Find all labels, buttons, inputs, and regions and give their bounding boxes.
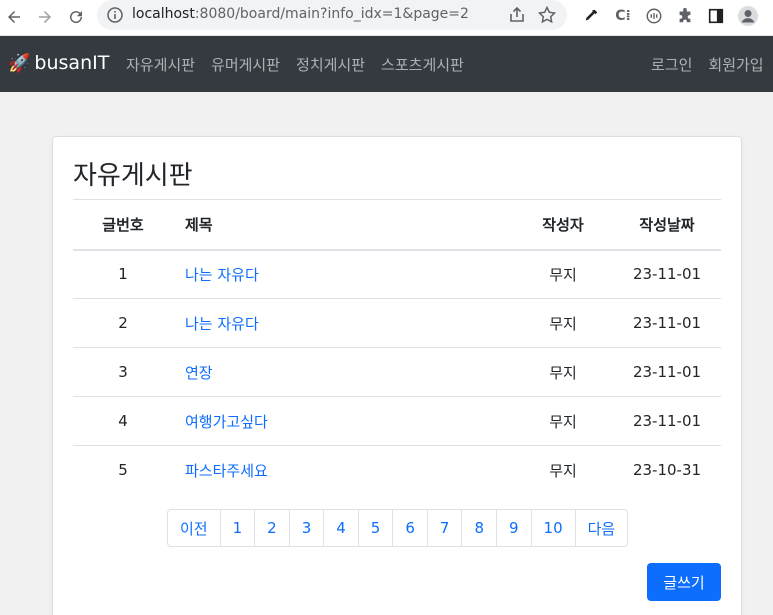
eyedropper-extension-icon[interactable] [580,5,602,27]
reload-icon[interactable] [64,5,88,29]
post-date: 23-11-01 [613,396,721,446]
extension-c-icon[interactable]: C⁞ [612,5,634,27]
post-table: 글번호 제목 작성자 작성날짜 1 나는 자유다 무지 23-11-01 2 나… [73,199,721,495]
table-header-row: 글번호 제목 작성자 작성날짜 [73,199,721,251]
browser-toolbar: localhost:8080/board/main?info_idx=1&pag… [0,0,773,36]
nav-politics-board[interactable]: 정치게시판 [296,54,365,75]
page-link[interactable]: 8 [462,510,497,546]
nav-humor-board[interactable]: 유머게시판 [211,54,280,75]
page-link[interactable]: 5 [359,510,394,546]
url-text: localhost:8080/board/main?info_idx=1&pag… [132,6,469,22]
share-icon[interactable] [507,5,527,25]
post-title-link[interactable]: 나는 자유다 [185,315,259,333]
table-row: 1 나는 자유다 무지 23-11-01 [73,249,721,299]
page-link[interactable]: 9 [497,510,532,546]
col-title: 제목 [173,199,513,251]
post-writer: 무지 [513,396,613,446]
post-writer: 무지 [513,347,613,397]
post-title-link[interactable]: 파스타주세요 [185,462,268,480]
page-prev[interactable]: 이전 [168,510,221,546]
brand-link[interactable]: 🚀 busanIT [8,52,109,74]
col-date: 작성날짜 [613,199,721,251]
page-link[interactable]: 10 [532,510,576,546]
address-bar[interactable]: localhost:8080/board/main?info_idx=1&pag… [97,0,567,30]
pagination: 이전 1 2 3 4 5 6 7 8 9 10 다음 [167,509,629,547]
post-title-link[interactable]: 연장 [185,364,213,382]
site-info-icon[interactable] [107,7,123,23]
back-arrow-icon[interactable] [2,5,26,29]
table-row: 5 파스타주세요 무지 23-10-31 [73,445,721,495]
page-link[interactable]: 6 [393,510,428,546]
post-title-link[interactable]: 여행가고싶다 [185,413,268,431]
post-date: 23-11-01 [613,347,721,397]
table-row: 4 여행가고싶다 무지 23-11-01 [73,396,721,446]
profile-avatar-icon[interactable] [737,5,759,27]
forward-arrow-icon[interactable] [33,5,57,29]
post-number: 2 [73,298,173,348]
col-writer: 작성자 [513,199,613,251]
board-nav: 자유게시판 유머게시판 정치게시판 스포츠게시판 [126,54,480,75]
page-link[interactable]: 7 [428,510,463,546]
post-writer: 무지 [513,445,613,495]
nav-sports-board[interactable]: 스포츠게시판 [381,54,464,75]
post-title-link[interactable]: 나는 자유다 [185,266,259,284]
site-navbar: 🚀 busanIT 자유게시판 유머게시판 정치게시판 스포츠게시판 로그인 회… [0,36,773,92]
post-date: 23-11-01 [613,298,721,348]
extensions-puzzle-icon[interactable] [674,5,696,27]
table-row: 3 연장 무지 23-11-01 [73,347,721,397]
post-date: 23-11-01 [613,249,721,299]
write-post-button[interactable]: 글쓰기 [647,563,721,601]
post-date: 23-10-31 [613,445,721,495]
nav-free-board[interactable]: 자유게시판 [126,54,195,75]
col-number: 글번호 [73,199,173,251]
brand-name: busanIT [34,52,110,74]
page-next[interactable]: 다음 [576,510,628,546]
extension-circle-icon[interactable] [643,5,665,27]
bookmark-star-icon[interactable] [537,5,557,25]
post-writer: 무지 [513,249,613,299]
board-card: 자유게시판 글번호 제목 작성자 작성날짜 1 나는 자유다 무지 23-11-… [52,136,742,615]
post-number: 1 [73,249,173,299]
rocket-icon: 🚀 [8,52,31,74]
nav-login[interactable]: 로그인 [651,54,692,75]
post-number: 3 [73,347,173,397]
post-number: 4 [73,396,173,446]
page-link[interactable]: 1 [221,510,256,546]
side-panel-icon[interactable] [705,5,727,27]
post-number: 5 [73,445,173,495]
table-row: 2 나는 자유다 무지 23-11-01 [73,298,721,348]
auth-nav: 로그인 회원가입 [651,54,773,75]
post-writer: 무지 [513,298,613,348]
page-link[interactable]: 4 [324,510,359,546]
page-link[interactable]: 3 [290,510,325,546]
nav-signup[interactable]: 회원가입 [708,54,763,75]
page-link[interactable]: 2 [255,510,290,546]
page-title: 자유게시판 [73,161,193,191]
